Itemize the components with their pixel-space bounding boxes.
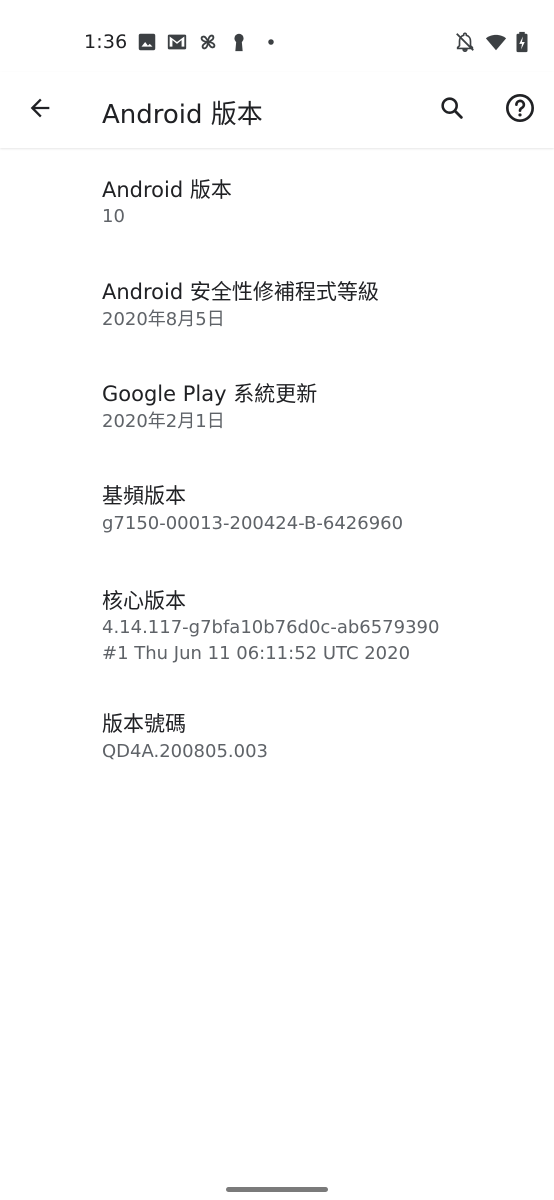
item-value: 2020年8月5日 [102,309,225,330]
pinwheel-icon [197,31,219,53]
keyhole-icon [228,31,250,53]
search-button[interactable] [428,86,476,134]
list-item-build-number[interactable]: 版本號碼 QD4A.200805.003 [0,686,554,786]
list-item-security-patch[interactable]: Android 安全性修補程式等級 2020年8月5日 [0,252,554,352]
item-title: Google Play 系統更新 [102,382,318,406]
item-title: Android 安全性修補程式等級 [102,280,379,304]
item-title: Android 版本 [102,178,232,202]
page-title: Android 版本 [102,100,263,130]
gmail-icon [166,31,188,53]
help-button[interactable] [496,86,544,134]
item-value-line2: #1 Thu Jun 11 06:11:52 UTC 2020 [102,643,411,664]
item-title: 基頻版本 [102,484,186,508]
bell-off-icon [454,31,476,53]
back-button[interactable] [16,86,64,134]
dot-icon [260,31,282,53]
app-bar: Android 版本 [0,72,554,148]
arrow-back-icon [26,94,54,126]
list-item-kernel-version[interactable]: 核心版本 4.14.117-g7bfa10b76d0c-ab6579390 #1… [0,558,554,684]
search-icon [438,94,466,126]
list-item-android-version[interactable]: Android 版本 10 [0,150,554,250]
list-item-baseband-version[interactable]: 基頻版本 g7150-00013-200424-B-6426960 [0,456,554,556]
image-icon [136,31,158,53]
item-title: 版本號碼 [102,712,186,736]
item-value: QD4A.200805.003 [102,741,268,762]
help-icon [504,92,536,128]
battery-charging-icon [511,31,533,53]
status-time: 1:36 [84,31,128,53]
wifi-icon [485,31,507,53]
item-value: 10 [102,206,125,227]
item-value: 2020年2月1日 [102,411,225,432]
item-value: g7150-00013-200424-B-6426960 [102,513,404,534]
item-title: 核心版本 [102,589,186,613]
item-value-line1: 4.14.117-g7bfa10b76d0c-ab6579390 [102,617,440,638]
screen: 1:36 Android 版本 Android 版本 10 Android 安全… [0,0,554,1200]
list-item-play-system-update[interactable]: Google Play 系統更新 2020年2月1日 [0,354,554,454]
gesture-navigation-bar[interactable] [226,1187,328,1192]
